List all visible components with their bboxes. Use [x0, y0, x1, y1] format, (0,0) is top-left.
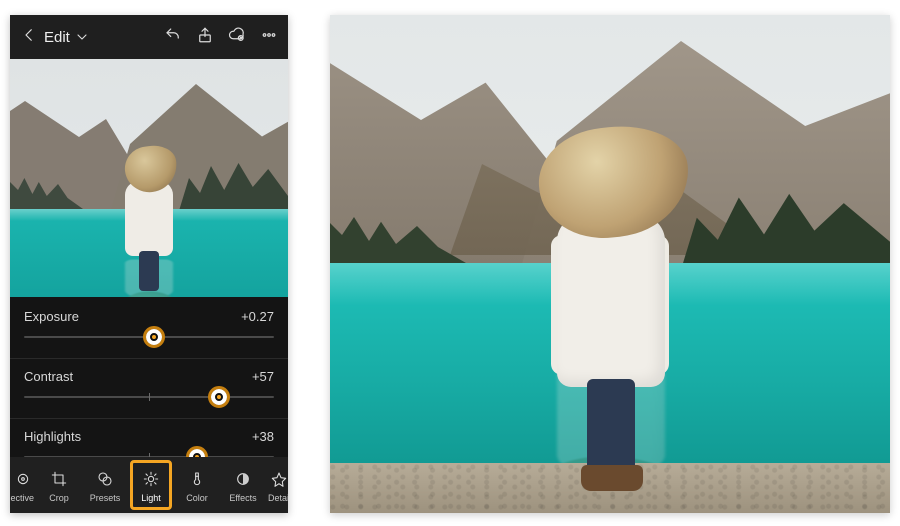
- mode-label: Edit: [44, 29, 70, 46]
- tool-label: Effects: [229, 493, 256, 503]
- tool-detail-partial[interactable]: Detai: [266, 457, 288, 513]
- tool-presets[interactable]: Presets: [82, 457, 128, 513]
- cloud-sync-icon[interactable]: [228, 26, 246, 49]
- share-icon[interactable]: [196, 26, 214, 49]
- undo-icon[interactable]: [164, 26, 182, 49]
- crop-icon: [48, 468, 70, 490]
- bottom-toolbar: ective Crop Presets Light: [10, 457, 288, 513]
- light-icon: [140, 468, 162, 490]
- slider-label: Exposure: [24, 309, 79, 324]
- slider-thumb[interactable]: [208, 386, 230, 408]
- effects-icon: [232, 468, 254, 490]
- tool-label: Light: [141, 493, 161, 503]
- tool-label: Presets: [90, 493, 121, 503]
- color-icon: [186, 468, 208, 490]
- chevron-down-icon: [74, 29, 90, 45]
- slider-label: Contrast: [24, 369, 73, 384]
- top-bar: Edit: [10, 15, 288, 59]
- tool-light[interactable]: Light: [128, 457, 174, 513]
- result-photo: [330, 15, 890, 513]
- slider-value: +57: [252, 369, 274, 384]
- back-icon[interactable]: [20, 26, 38, 49]
- slider-label: Highlights: [24, 429, 81, 444]
- photo-preview[interactable]: [10, 59, 288, 297]
- tool-label: ective: [10, 493, 34, 503]
- tool-label: Color: [186, 493, 208, 503]
- tool-effects[interactable]: Effects: [220, 457, 266, 513]
- detail-icon: [268, 468, 288, 490]
- tool-color[interactable]: Color: [174, 457, 220, 513]
- contrast-slider[interactable]: Contrast +57: [10, 359, 288, 419]
- more-icon[interactable]: [260, 26, 278, 49]
- tool-crop[interactable]: Crop: [36, 457, 82, 513]
- slider-track[interactable]: [24, 336, 274, 338]
- tool-selective-partial[interactable]: ective: [10, 457, 36, 513]
- slider-value: +0.27: [241, 309, 274, 324]
- slider-value: +38: [252, 429, 274, 444]
- presets-icon: [94, 468, 116, 490]
- exposure-slider[interactable]: Exposure +0.27: [10, 299, 288, 359]
- slider-thumb[interactable]: [143, 326, 165, 348]
- tool-label: Crop: [49, 493, 69, 503]
- tool-label: Detai: [268, 493, 288, 503]
- selective-icon: [12, 468, 34, 490]
- mobile-editor-panel: Edit: [10, 15, 288, 513]
- mode-dropdown[interactable]: Edit: [44, 29, 90, 46]
- slider-track[interactable]: [24, 396, 274, 398]
